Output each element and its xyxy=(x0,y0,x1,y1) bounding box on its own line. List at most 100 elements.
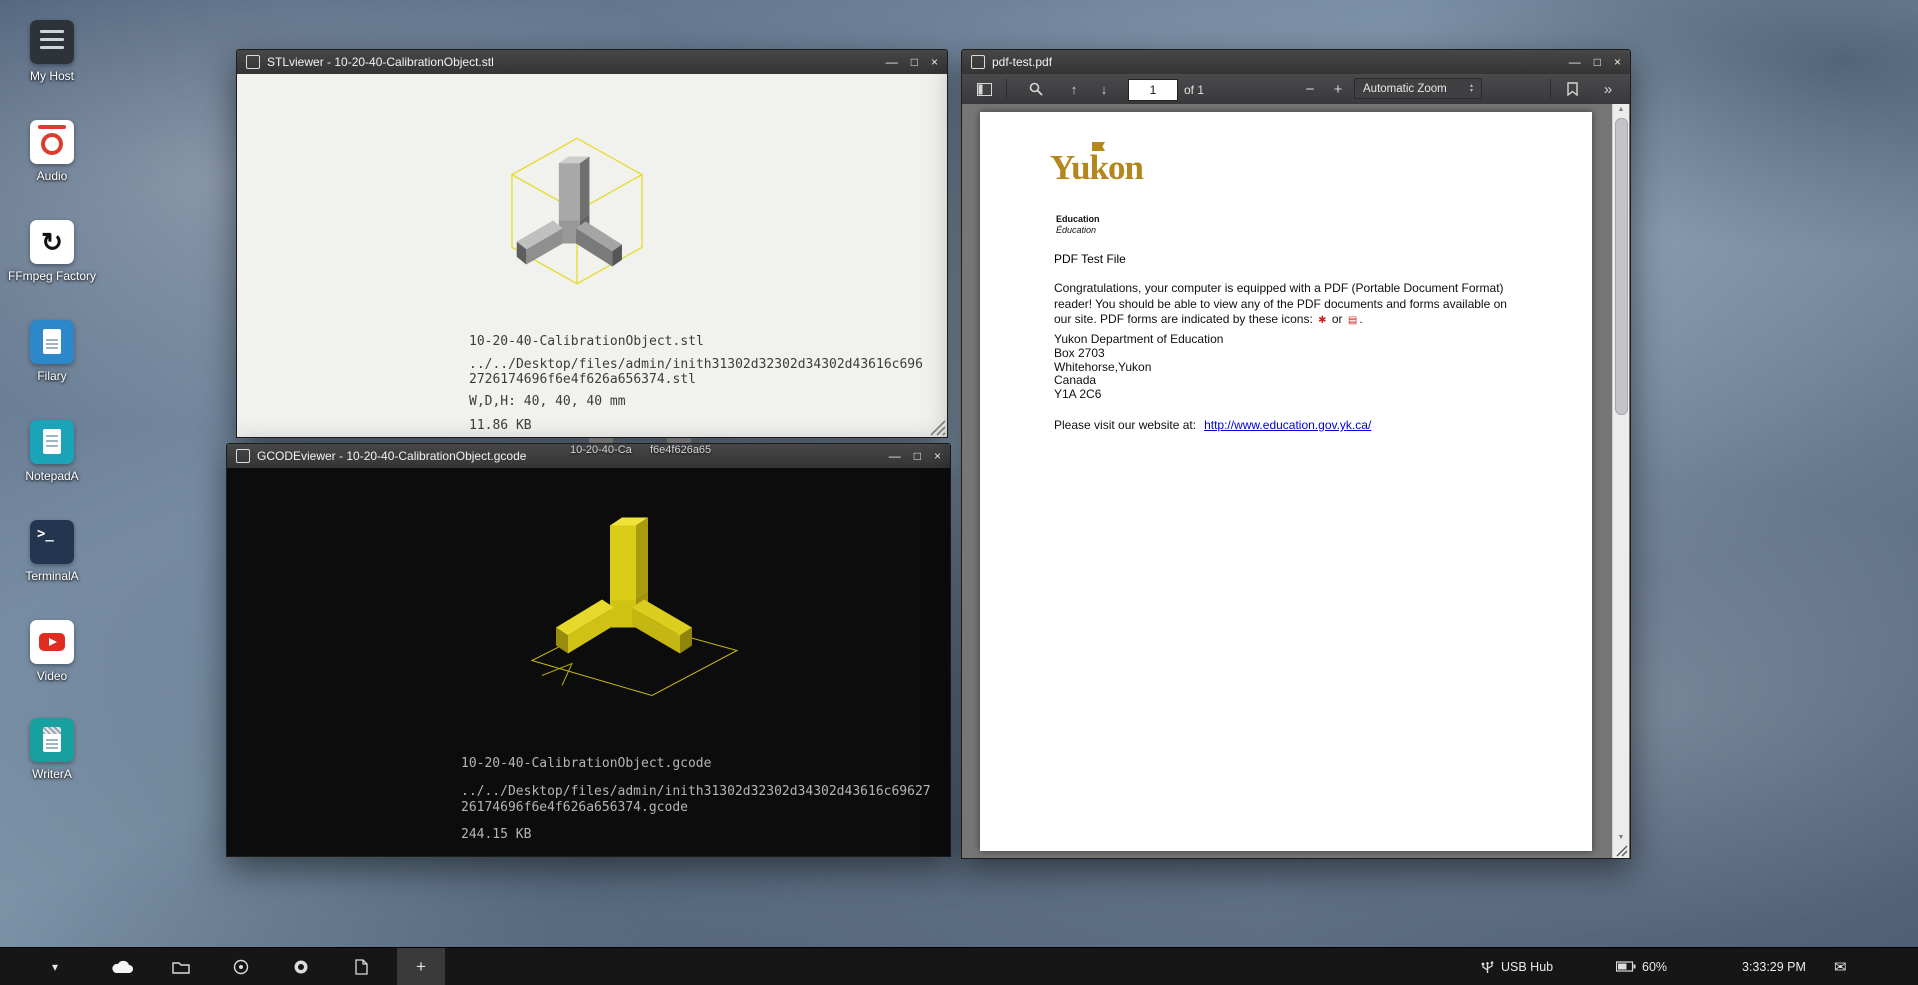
logo-subtitle-en: Education xyxy=(1056,214,1100,224)
stl-viewport[interactable]: 10-20-40-CalibrationObject.stl ../../Des… xyxy=(237,74,947,437)
page-number-input[interactable] xyxy=(1128,79,1178,101)
pdf-content-area: Yukon Education Éducation PDF Test File … xyxy=(962,104,1630,858)
stl-filepath-line2: 2726174696f6e4f626a656374.stl xyxy=(469,372,923,387)
bookmark-button[interactable] xyxy=(1560,78,1584,100)
notepad-icon xyxy=(30,420,74,464)
scroll-up-icon[interactable]: ▲ xyxy=(1613,104,1629,116)
taskbar-expand-button[interactable]: ▾ xyxy=(31,948,79,985)
ffmpeg-icon: ↻ xyxy=(30,220,74,264)
zoom-select-label: Automatic Zoom xyxy=(1363,83,1447,95)
stl-3d-preview[interactable] xyxy=(467,114,687,329)
yukon-logo: Yukon xyxy=(1050,148,1143,188)
close-icon[interactable]: × xyxy=(1614,50,1621,74)
filary-icon xyxy=(30,320,74,364)
website-prompt: Please visit our website at: xyxy=(1054,418,1196,432)
zoom-out-button[interactable]: − xyxy=(1298,78,1322,100)
terminal-icon: >_ xyxy=(30,520,74,564)
stl-filename: 10-20-40-CalibrationObject.stl xyxy=(469,334,923,349)
mail-indicator[interactable]: ✉ xyxy=(1834,948,1847,985)
computer-icon xyxy=(30,20,74,64)
maximize-icon[interactable]: □ xyxy=(914,444,921,468)
toolbar-separator xyxy=(1550,79,1551,99)
folder-icon xyxy=(172,960,190,974)
gcode-app-circle-icon xyxy=(293,959,309,975)
taskbar-gcodeviewer-button[interactable] xyxy=(277,948,325,985)
gcode-app-icon xyxy=(236,449,250,463)
scrollbar-thumb[interactable] xyxy=(1615,118,1628,415)
pdf-viewer-window: pdf-test.pdf — □ × ↑ ↓ xyxy=(961,49,1631,859)
maximize-icon[interactable]: □ xyxy=(911,50,918,74)
desktop-icon-writera[interactable]: WriterA xyxy=(6,718,98,781)
battery-status[interactable]: 60% xyxy=(1616,948,1667,985)
minimize-icon[interactable]: — xyxy=(886,50,898,74)
address-line: Y1A 2C6 xyxy=(1054,388,1223,402)
pdf-scrollbar[interactable]: ▲ ▼ xyxy=(1612,104,1629,858)
next-page-button[interactable]: ↓ xyxy=(1092,78,1116,100)
stl-app-icon xyxy=(246,55,260,69)
bookmark-icon xyxy=(1567,82,1578,96)
usb-label: USB Hub xyxy=(1501,960,1553,974)
stl-dimensions: W,D,H: 40, 40, 40 mm xyxy=(469,394,923,409)
toolbar-separator xyxy=(1006,79,1007,99)
gcode-window-title: GCODEviewer - 10-20-40-CalibrationObject… xyxy=(257,449,526,463)
previous-page-button[interactable]: ↑ xyxy=(1062,78,1086,100)
usb-status[interactable]: USB Hub xyxy=(1480,948,1553,985)
desktop-icon-video[interactable]: Video xyxy=(6,620,98,683)
taskbar-cloud-button[interactable] xyxy=(98,948,146,985)
desktop-icon-filary[interactable]: Filary xyxy=(6,320,98,383)
sidebar-toggle-button[interactable] xyxy=(972,78,996,100)
pdf-window-titlebar[interactable]: pdf-test.pdf — □ × xyxy=(962,50,1630,75)
gcode-viewport[interactable]: 10-20-40-CalibrationObject.gcode ../../D… xyxy=(227,468,950,856)
resize-grip[interactable] xyxy=(928,418,946,436)
address-line: Whitehorse,Yukon xyxy=(1054,361,1223,375)
paragraph-line: reader! You should be able to view any o… xyxy=(1054,297,1507,313)
gcode-3d-preview[interactable] xyxy=(502,488,762,718)
pdf-toolbar: ↑ ↓ of 1 − + Automatic Zoom ▴▾ » xyxy=(962,74,1630,105)
time-label: 3:33:29 PM xyxy=(1742,960,1806,974)
clock[interactable]: 3:33:29 PM xyxy=(1742,948,1806,985)
website-link[interactable]: http://www.education.gov.yk.ca/ xyxy=(1204,418,1371,432)
stl-window-titlebar[interactable]: STLviewer - 10-20-40-CalibrationObject.s… xyxy=(237,50,947,75)
plus-icon: + xyxy=(416,957,426,977)
desktop-icon-terminala[interactable]: >_ TerminalA xyxy=(6,520,98,583)
taskbar-add-button[interactable]: + xyxy=(397,948,445,985)
resize-grip[interactable] xyxy=(1614,843,1628,857)
logo-subtitle-fr: Éducation xyxy=(1056,225,1096,235)
taskbar-files-button[interactable] xyxy=(157,948,205,985)
close-icon[interactable]: × xyxy=(931,50,938,74)
desktop-icon-audio[interactable]: Audio xyxy=(6,120,98,183)
toolbar-more-button[interactable]: » xyxy=(1596,78,1620,100)
cloud-icon xyxy=(110,959,134,974)
desktop-icon-label: Filary xyxy=(6,370,98,383)
website-line: Please visit our website at: http://www.e… xyxy=(1054,418,1371,432)
zoom-in-button[interactable]: + xyxy=(1326,78,1350,100)
document-heading: PDF Test File xyxy=(1054,252,1126,266)
maximize-icon[interactable]: □ xyxy=(1594,50,1601,74)
plus-icon: + xyxy=(1334,81,1343,98)
search-icon xyxy=(1029,82,1043,96)
pdf-page: Yukon Education Éducation PDF Test File … xyxy=(980,112,1592,851)
taskbar-stlviewer-button[interactable] xyxy=(217,948,265,985)
close-icon[interactable]: × xyxy=(934,444,941,468)
gcode-filepath-line2: 26174696f6e4f626a656374.gcode xyxy=(461,800,931,816)
taskbar-pdf-button[interactable] xyxy=(337,948,385,985)
minimize-icon[interactable]: — xyxy=(1569,50,1581,74)
desktop-icon-label: Audio xyxy=(6,170,98,183)
stl-filesize: 11.86 KB xyxy=(469,418,923,433)
page-count-label: of 1 xyxy=(1184,83,1204,97)
minimize-icon[interactable]: — xyxy=(889,444,901,468)
find-button[interactable] xyxy=(1024,78,1048,100)
pdf-window-title: pdf-test.pdf xyxy=(992,55,1052,69)
address-line: Box 2703 xyxy=(1054,347,1223,361)
desktop-icon-notepada[interactable]: NotepadA xyxy=(6,420,98,483)
desktop-icon-ffmpeg-factory[interactable]: ↻ FFmpeg Factory xyxy=(6,220,98,283)
zoom-select[interactable]: Automatic Zoom ▴▾ xyxy=(1354,78,1482,99)
gcode-filesize: 244.15 KB xyxy=(461,827,931,842)
stl-app-circle-icon xyxy=(233,959,249,975)
desktop-icon-label: My Host xyxy=(6,70,98,83)
minus-icon: − xyxy=(1306,81,1315,98)
paragraph-period: . xyxy=(1359,312,1362,326)
gcode-file-info: 10-20-40-CalibrationObject.gcode ../../D… xyxy=(461,756,931,842)
desktop-icon-label: FFmpeg Factory xyxy=(6,270,98,283)
desktop-icon-my-host[interactable]: My Host xyxy=(6,20,98,83)
